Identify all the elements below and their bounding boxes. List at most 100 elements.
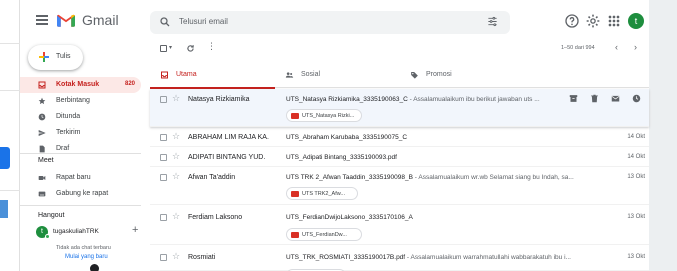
star-toggle-icon[interactable]: ☆ — [172, 132, 180, 141]
row-checkbox[interactable] — [160, 134, 167, 141]
tab-label: Utama — [176, 71, 197, 78]
send-icon — [38, 130, 46, 136]
email-sender: ABRAHAM LIM RAJA KA. — [188, 134, 269, 141]
sidebar-item-label: Draf — [56, 145, 70, 152]
search-bar[interactable]: Telusuri email — [150, 11, 510, 34]
email-row[interactable]: ☆ Natasya Rizkiamika UTS_Natasya Rizkiam… — [150, 89, 649, 127]
refresh-icon[interactable] — [186, 44, 195, 53]
next-page-icon[interactable]: › — [634, 42, 637, 52]
sidebar-item-starred[interactable]: Berbintang — [20, 93, 141, 109]
prev-page-icon[interactable]: ‹ — [615, 42, 618, 52]
compose-button[interactable]: Tulis — [28, 45, 83, 70]
search-input[interactable]: Telusuri email — [179, 17, 228, 26]
star-toggle-icon[interactable]: ☆ — [172, 252, 180, 261]
row-hover-actions — [569, 94, 645, 106]
side-tab-handle[interactable] — [0, 147, 10, 169]
sidebar-item-drafts[interactable]: Draf — [20, 141, 141, 153]
main-menu-icon[interactable] — [36, 15, 48, 25]
attachment-chip[interactable]: UTS_FerdianDw... — [286, 228, 362, 241]
email-subject: UTS_TRK_ROSMIATI_3335190017B.pdf - Assal… — [286, 254, 576, 261]
select-all-checkbox[interactable] — [160, 45, 167, 52]
search-icon[interactable] — [159, 16, 171, 28]
sidebar-item-label: Gabung ke rapat — [56, 190, 109, 197]
help-icon[interactable] — [564, 13, 580, 29]
row-checkbox[interactable] — [160, 174, 167, 181]
delete-icon[interactable] — [590, 94, 599, 103]
email-row[interactable]: ☆ Rosmiati UTS_TRK_ROSMIATI_3335190017B.… — [150, 245, 649, 271]
sidebar-item-sent[interactable]: Terkirim — [20, 125, 141, 141]
sidebar-divider — [20, 205, 141, 206]
email-sender: ADIPATI BINTANG YUD. — [188, 154, 266, 161]
archive-icon[interactable] — [569, 94, 578, 103]
add-chat-icon[interactable]: + — [132, 224, 138, 236]
email-date: 14 Okt — [627, 154, 645, 160]
hangouts-person-icon[interactable] — [90, 264, 99, 271]
tab-primary[interactable]: Utama — [150, 62, 275, 89]
list-toolbar: ▾ ⋮ 1–50 dari 994 ‹ › — [150, 38, 649, 60]
row-checkbox[interactable] — [160, 214, 167, 221]
star-toggle-icon[interactable]: ☆ — [172, 172, 180, 181]
email-sender: Natasya Rizkiamika — [188, 96, 250, 103]
plus-icon — [39, 52, 49, 62]
video-icon — [38, 176, 46, 180]
snooze-icon[interactable] — [632, 94, 641, 103]
attachment-name: UTS_FerdianDw... — [302, 232, 347, 238]
sidebar-item-join-meeting[interactable]: Gabung ke rapat — [20, 186, 141, 202]
unread-count: 820 — [124, 81, 135, 87]
category-tabs: Utama Sosial Promosi — [150, 62, 649, 89]
tab-promotions[interactable]: Promosi — [400, 62, 525, 88]
pdf-icon — [291, 232, 299, 238]
email-sender: Afwan Ta'addin — [188, 174, 236, 181]
hangouts-user[interactable]: t tugaskuliahTRK + — [36, 224, 141, 239]
sidebar-item-label: Rapat baru — [56, 174, 91, 181]
email-row[interactable]: ☆ Afwan Ta'addin UTS TRK 2_Afwan Taaddin… — [150, 167, 649, 205]
screenshot-frame: Gmail Telusuri email t Tulis Kotak Masuk… — [0, 0, 677, 271]
sidebar-item-new-meeting[interactable]: Rapat baru — [20, 170, 141, 186]
start-new-chat-link[interactable]: Mulai yang baru — [65, 254, 108, 260]
select-dropdown-icon[interactable]: ▾ — [169, 44, 172, 51]
message-list-area: ▾ ⋮ 1–50 dari 994 ‹ › Utama Sosial Promo… — [150, 38, 649, 271]
row-checkbox[interactable] — [160, 254, 167, 261]
star-toggle-icon[interactable]: ☆ — [172, 212, 180, 221]
email-row[interactable]: ☆ ADIPATI BINTANG YUD. UTS_Adipati Binta… — [150, 147, 649, 167]
mark-read-icon[interactable] — [611, 94, 620, 103]
email-date: 13 Okt — [627, 174, 645, 180]
email-row[interactable]: ☆ ABRAHAM LIM RAJA KA. UTS_Abraham Karub… — [150, 127, 649, 147]
settings-gear-icon[interactable] — [585, 13, 601, 29]
sidebar-item-inbox[interactable]: Kotak Masuk 820 — [20, 77, 141, 93]
row-checkbox[interactable] — [160, 154, 167, 161]
hangouts-section-title: Hangout — [38, 212, 65, 219]
tab-social[interactable]: Sosial — [275, 62, 400, 88]
row-checkbox[interactable] — [160, 96, 167, 103]
email-snippet: - Assalamualaikum warrahmatullahi wabbar… — [406, 254, 571, 261]
star-toggle-icon[interactable]: ☆ — [172, 152, 180, 161]
sidebar-item-snoozed[interactable]: Ditunda — [20, 109, 141, 125]
sidebar-item-label: Kotak Masuk — [56, 81, 100, 88]
background-page-strip — [0, 0, 20, 271]
email-date: 14 Okt — [627, 134, 645, 140]
clock-icon — [38, 113, 46, 121]
apps-grid-icon[interactable] — [606, 13, 622, 29]
attachment-chip[interactable]: UTS TRK2_Afw... — [286, 187, 358, 200]
email-date: 13 Okt — [627, 254, 645, 260]
hangouts-empty-text: Tidak ada chat terbaru — [56, 245, 111, 251]
side-tab-handle-2[interactable] — [0, 200, 8, 218]
draft-icon — [39, 145, 45, 153]
email-row[interactable]: ☆ Ferdiam Laksono UTS_FerdianDwijoLakson… — [150, 205, 649, 245]
attachment-chip[interactable]: UTS_Natasya Rizki... — [286, 109, 362, 122]
app-title: Gmail — [82, 12, 119, 28]
more-options-icon[interactable]: ⋮ — [207, 42, 216, 51]
meet-section-title: Meet — [38, 157, 54, 164]
star-toggle-icon[interactable]: ☆ — [172, 94, 180, 103]
subject-text: UTS_Natasya Rizkiamika_3335190063_C — [286, 96, 408, 103]
people-icon — [285, 72, 294, 78]
search-options-icon[interactable] — [487, 16, 498, 27]
account-avatar[interactable]: t — [628, 13, 644, 29]
hangouts-username: tugaskuliahTRK — [53, 228, 99, 235]
keyboard-icon — [38, 191, 46, 197]
email-snippet: - Assalamualaikum wr.wb Selamat siang bu… — [414, 174, 574, 181]
pdf-icon — [291, 113, 299, 119]
attachment-name: UTS_Natasya Rizki... — [302, 113, 355, 119]
gmail-logo-icon[interactable] — [57, 13, 75, 27]
star-icon — [38, 97, 46, 105]
